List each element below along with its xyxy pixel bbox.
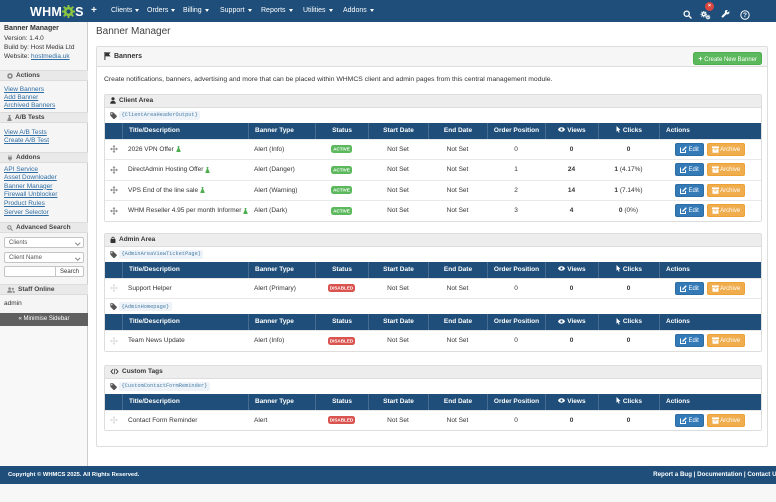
svg-text:?: ? [743, 12, 747, 19]
